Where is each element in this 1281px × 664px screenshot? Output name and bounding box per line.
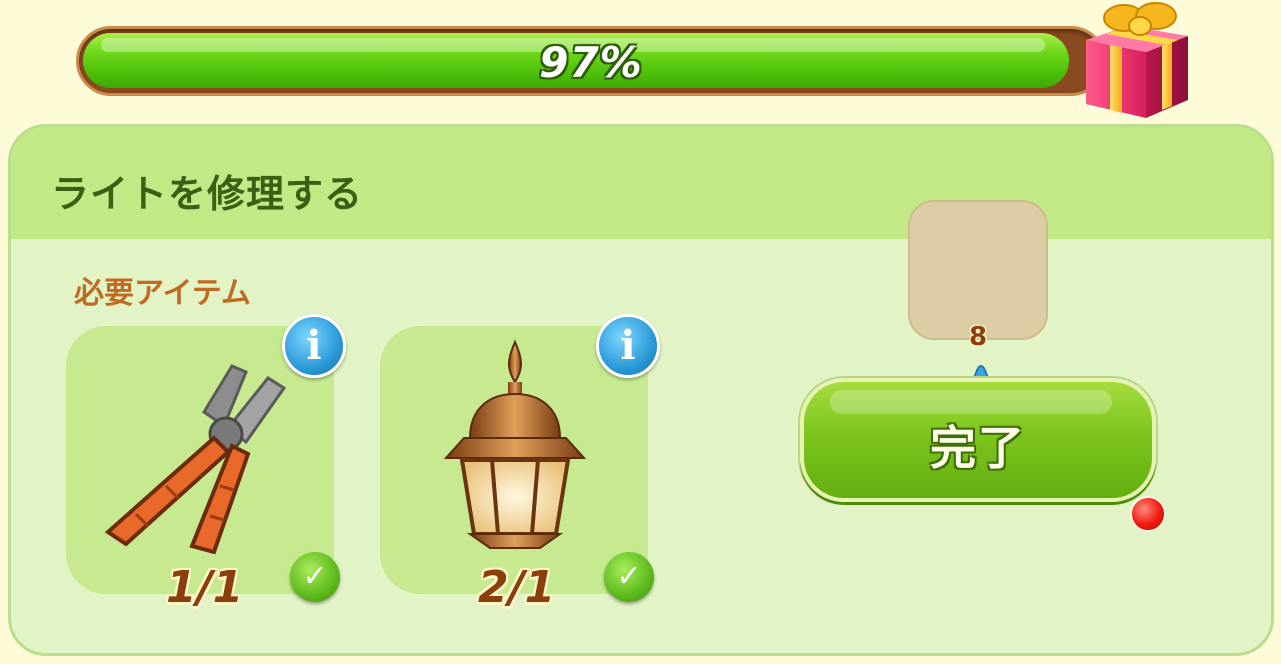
task-title: ライトを修理する	[51, 172, 364, 216]
complete-button-label: 完了	[930, 421, 1026, 475]
lantern-icon	[443, 339, 587, 549]
pliers-icon	[104, 364, 287, 555]
required-items-label: 必要アイテム	[74, 276, 251, 311]
item-info-button-pliers[interactable]: i	[282, 314, 346, 378]
panel-header: ライトを修理する	[11, 127, 1271, 239]
info-icon: i	[620, 322, 636, 369]
item-count-pliers: 1/1	[166, 562, 244, 613]
item-count-lantern: 2/1	[478, 562, 556, 613]
gift-box-icon[interactable]	[1076, 0, 1196, 124]
reward-amount: 8	[968, 322, 988, 352]
notification-dot	[1130, 496, 1166, 532]
progress-label: 97%	[539, 38, 643, 87]
reward-slot	[908, 200, 1048, 340]
item-info-button-lantern[interactable]: i	[596, 314, 660, 378]
complete-button[interactable]: 完了	[800, 378, 1156, 502]
checkmark-icon: ✓	[604, 552, 654, 602]
checkmark-icon: ✓	[290, 552, 340, 602]
info-icon: i	[306, 322, 322, 369]
